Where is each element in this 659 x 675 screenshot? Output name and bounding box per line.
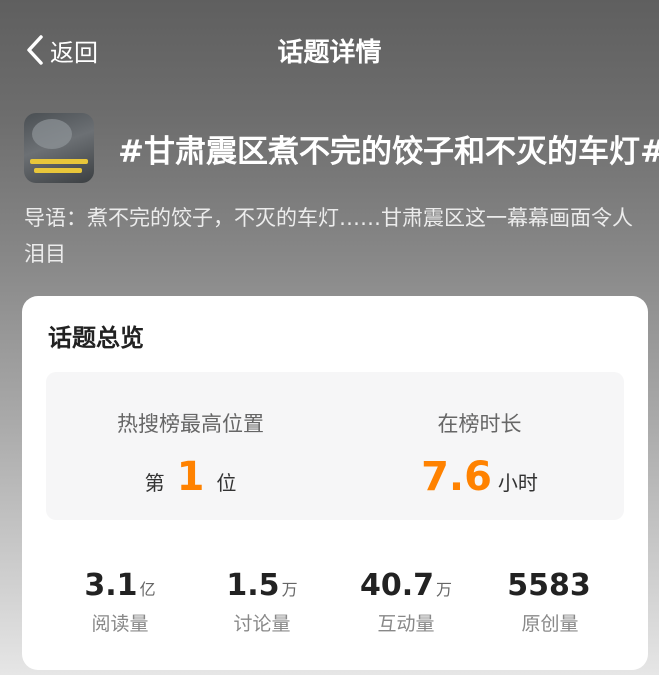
metric-unit: 万 [436,580,453,599]
thumbnail-figure [32,119,72,149]
metrics-row: 3.1 亿 阅读量 1.5 万 讨论量 40.7 万 互动量 5583 原创量 [22,568,648,638]
metric-reads: 3.1 亿 阅读量 [42,568,198,636]
metric-label: 原创量 [521,613,579,635]
metric-value: 40.7 [359,568,434,603]
duration-label: 在榜时长 [437,412,522,436]
duration-stat: 在榜时长 7.6 小时 [335,372,624,520]
metric-interactions: 40.7 万 互动量 [328,568,484,636]
rank-number: 1 [176,454,205,500]
metric-label: 阅读量 [91,613,149,635]
rank-stat: 热搜榜最高位置 第 1 位 [46,372,335,520]
metric-value: 3.1 [84,568,138,603]
thumbnail-caption-bar [30,159,88,164]
rank-value-row: 第 1 位 [46,454,335,500]
overview-card: 话题总览 热搜榜最高位置 第 1 位 在榜时长 7.6 小时 3.1 亿 阅读量 [22,296,648,670]
metric-value: 1.5 [226,568,280,603]
duration-unit: 小时 [497,471,538,495]
page-title: 话题详情 [277,38,382,68]
metric-unit: 亿 [139,580,156,599]
topic-thumbnail[interactable] [24,113,94,183]
metric-label: 互动量 [377,613,435,635]
duration-value-row: 7.6 小时 [335,454,624,500]
metric-label: 讨论量 [233,613,291,635]
rank-label: 热搜榜最高位置 [117,412,264,436]
duration-number: 7.6 [421,454,492,500]
metric-unit: 万 [281,580,298,599]
metric-originals: 5583 原创量 [472,568,628,636]
thumbnail-caption-bar [34,168,82,173]
top-bar: 返回 话题详情 [0,0,659,100]
topic-intro: 导语：煮不完的饺子，不灭的车灯……甘肃震区这一幕幕画面令人泪目 [24,206,633,266]
overview-title: 话题总览 [48,324,144,352]
metric-value: 5583 [507,568,591,603]
topic-title: #甘肃震区煮不完的饺子和不灭的车灯# [118,134,659,170]
metric-discussions: 1.5 万 讨论量 [184,568,340,636]
rank-suffix: 位 [216,471,237,495]
ranking-panel: 热搜榜最高位置 第 1 位 在榜时长 7.6 小时 [46,372,624,520]
rank-prefix: 第 [144,471,165,495]
